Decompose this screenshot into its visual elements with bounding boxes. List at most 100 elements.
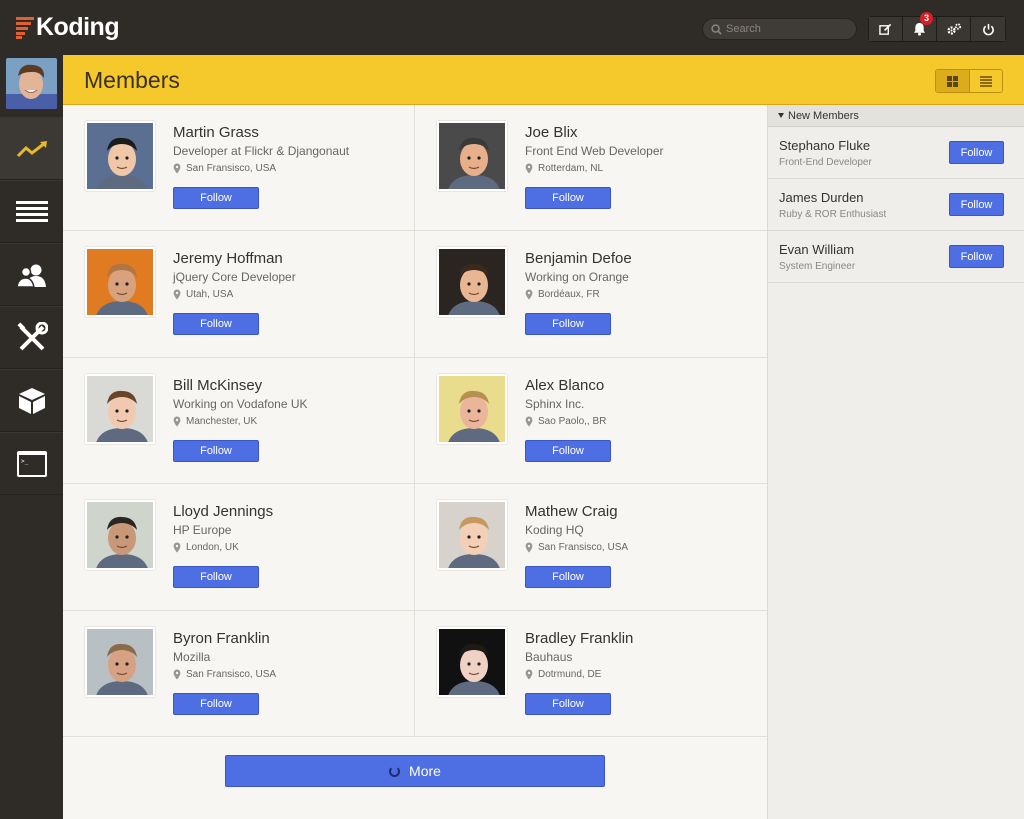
new-members-header[interactable]: New Members <box>768 105 1024 127</box>
new-member-name[interactable]: Stephano Fluke <box>779 138 870 153</box>
member-name[interactable]: Benjamin Defoe <box>525 250 632 267</box>
new-member-item: Evan William System Engineer Follow <box>768 231 1024 283</box>
logo-mark-icon <box>16 16 34 39</box>
member-name[interactable]: Mathew Craig <box>525 503 618 520</box>
member-photo[interactable] <box>85 626 155 697</box>
follow-button[interactable]: Follow <box>173 566 259 589</box>
location-pin-icon <box>173 416 181 427</box>
member-title: Developer at Flickr & Djangonaut <box>173 144 350 158</box>
member-card: Mathew Craig Koding HQ San Fransisco, USA F… <box>415 484 767 611</box>
member-name[interactable]: Alex Blanco <box>525 377 604 394</box>
settings-button[interactable] <box>937 17 971 41</box>
member-photo[interactable] <box>85 121 155 191</box>
new-member-item: James Durden Ruby & ROR Enthusiast Follow <box>768 179 1024 231</box>
follow-button[interactable]: Follow <box>173 692 259 715</box>
member-photo[interactable] <box>437 626 507 697</box>
member-location-text: San Fransisco, USA <box>538 542 629 554</box>
sidebar-item-apps[interactable] <box>0 306 63 369</box>
member-name[interactable]: Martin Grass <box>173 124 259 141</box>
list-icon <box>15 200 48 222</box>
box-icon <box>18 387 45 414</box>
sidebar-item-packages[interactable] <box>0 369 63 432</box>
location-pin-icon <box>525 542 533 553</box>
activity-chart-icon <box>16 140 47 157</box>
new-member-name[interactable]: Evan William <box>779 242 854 257</box>
follow-button[interactable]: Follow <box>949 141 1004 164</box>
member-card: Martin Grass Developer at Flickr & Django… <box>63 105 415 232</box>
more-label: More <box>409 763 441 779</box>
sidebar-item-activity[interactable] <box>0 117 63 180</box>
follow-button[interactable]: Follow <box>173 313 259 336</box>
member-location: San Fransisco, USA <box>173 163 276 174</box>
follow-button[interactable]: Follow <box>173 187 259 209</box>
member-location-text: Dotrmund, DE <box>538 668 602 680</box>
member-location: London, UK <box>173 542 239 553</box>
follow-button[interactable]: Follow <box>949 245 1004 268</box>
member-title: Mozilla <box>173 649 211 664</box>
member-photo[interactable] <box>85 247 155 318</box>
more-button[interactable]: More <box>225 755 605 787</box>
member-card: Jeremy Hoffman jQuery Core Developer Utah,… <box>63 231 415 358</box>
members-list: Martin Grass Developer at Flickr & Django… <box>63 105 767 819</box>
left-sidebar: >_ <box>0 55 63 819</box>
member-name[interactable]: Jeremy Hoffman <box>173 250 283 267</box>
location-pin-icon <box>525 669 533 680</box>
notifications-button[interactable]: 3 <box>903 12 937 41</box>
sidebar-item-members[interactable] <box>0 243 63 306</box>
member-photo[interactable] <box>437 373 507 444</box>
list-view-button[interactable] <box>969 70 1002 92</box>
member-title: Working on Vodafone UK <box>173 396 308 411</box>
member-name[interactable]: Lloyd Jennings <box>173 503 273 520</box>
member-location-text: Utah, USA <box>186 289 234 301</box>
member-location: Sao Paolo,, BR <box>525 416 606 427</box>
new-member-role: Front-End Developer <box>779 157 872 168</box>
member-photo[interactable] <box>437 247 507 318</box>
grid-icon <box>947 75 958 87</box>
member-location: Utah, USA <box>173 289 233 300</box>
member-card: Bill McKinsey Working on Vodafone UK Manch… <box>63 357 415 485</box>
compose-button[interactable] <box>869 17 903 41</box>
member-card: Byron Franklin Mozilla San Fransisco, USA F… <box>63 610 415 737</box>
member-name[interactable]: Bill McKinsey <box>173 377 262 394</box>
users-icon <box>15 264 46 287</box>
member-location-text: Rotterdam, NL <box>538 163 604 174</box>
new-member-item: Stephano Fluke Front-End Developer Follow <box>768 127 1024 179</box>
location-pin-icon <box>173 669 181 680</box>
follow-button[interactable]: Follow <box>173 439 259 462</box>
member-photo[interactable] <box>85 500 155 571</box>
location-pin-icon <box>173 163 181 174</box>
follow-button[interactable]: Follow <box>525 313 611 336</box>
member-location: Manchester, UK <box>173 416 257 427</box>
follow-button[interactable]: Follow <box>525 439 611 462</box>
sidebar-item-terminal[interactable]: >_ <box>0 432 63 495</box>
user-avatar[interactable] <box>6 58 57 109</box>
follow-button[interactable]: Follow <box>525 187 611 209</box>
gears-icon <box>946 22 961 35</box>
member-title: HP Europe <box>173 523 232 538</box>
follow-button[interactable]: Follow <box>525 692 611 715</box>
logout-button[interactable] <box>971 17 1005 41</box>
member-location-text: Manchester, UK <box>186 415 258 427</box>
member-location: San Fransisco, USA <box>525 542 628 553</box>
top-bar: Koding 3 <box>0 0 1024 55</box>
member-card: Benjamin Defoe Working on Orange Bordéaux,… <box>415 231 767 358</box>
location-pin-icon <box>173 542 181 553</box>
follow-button[interactable]: Follow <box>525 566 611 589</box>
grid-view-button[interactable] <box>936 70 969 92</box>
member-name[interactable]: Bradley Franklin <box>525 630 633 647</box>
member-photo[interactable] <box>85 373 155 444</box>
new-member-name[interactable]: James Durden <box>779 190 864 205</box>
sidebar-item-topics[interactable] <box>0 180 63 243</box>
member-photo[interactable] <box>437 500 507 571</box>
search-box[interactable] <box>702 18 857 40</box>
member-photo[interactable] <box>437 121 507 191</box>
member-card: Joe Blix Front End Web Developer Rotterdam… <box>415 105 767 232</box>
follow-button[interactable]: Follow <box>949 193 1004 216</box>
tools-icon <box>16 321 48 350</box>
member-name[interactable]: Byron Franklin <box>173 630 270 647</box>
search-input[interactable] <box>726 23 846 35</box>
loading-spinner-icon <box>389 765 401 777</box>
member-name[interactable]: Joe Blix <box>525 124 578 141</box>
member-title: Front End Web Developer <box>525 144 664 158</box>
koding-logo[interactable]: Koding <box>16 13 120 42</box>
